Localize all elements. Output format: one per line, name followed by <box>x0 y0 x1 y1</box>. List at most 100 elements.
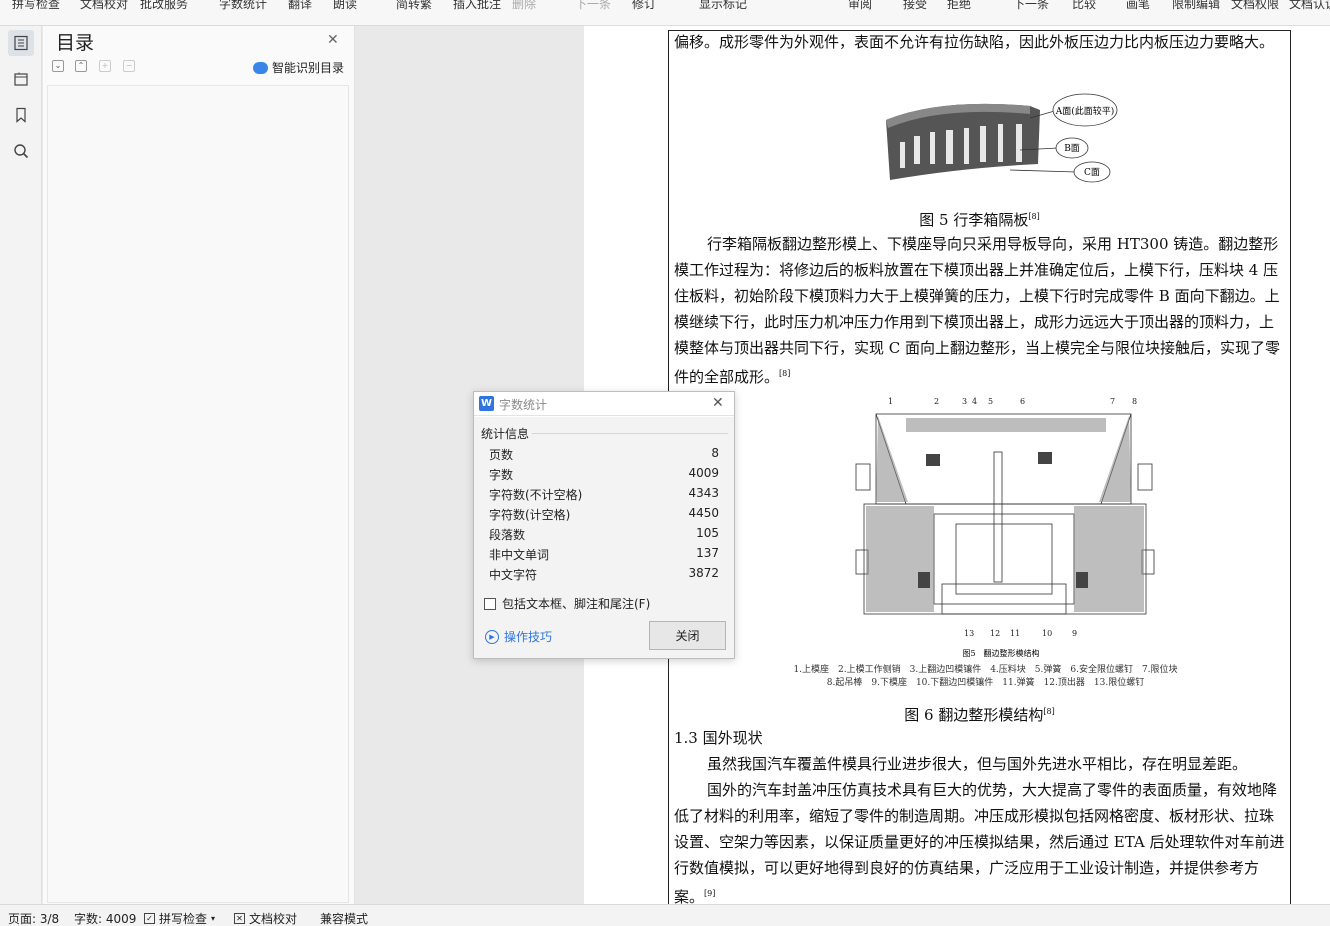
stat-row: 字符数(不计空格) 4343 <box>489 485 719 505</box>
doc-proof-button[interactable]: 文档校对 <box>80 0 128 12</box>
toc-list[interactable] <box>47 85 349 903</box>
stat-value: 4450 <box>688 506 719 520</box>
track-changes-button[interactable]: 修订 <box>632 0 656 12</box>
fig6-num-7: 7 <box>1110 397 1115 406</box>
close-icon[interactable]: ✕ <box>712 395 724 411</box>
stat-label: 中文字符 <box>489 568 538 582</box>
doc-permission-button[interactable]: 文档权限 <box>1231 0 1279 12</box>
compat-mode-label: 兼容模式 <box>320 912 369 926</box>
ribbon-toolbar: 拼写检查 文档校对 批改服务 字数统计 翻译 朗读 简转繁 插入批注 删除 下一… <box>0 0 1330 26</box>
stat-row: 字数 4009 <box>489 465 719 485</box>
paragraph-gap: 虽然我国汽车覆盖件模具行业进步很大，但与国外先进水平相比，存在明显差距。 <box>707 755 1248 773</box>
add-level-icon[interactable]: + <box>99 60 111 72</box>
word-count-button[interactable]: 字数统计 <box>219 0 267 12</box>
search-icon[interactable] <box>8 138 34 164</box>
insert-comment-button[interactable]: 插入批注 <box>453 0 501 12</box>
figure-6-ref: [8] <box>1043 707 1055 716</box>
fig6-num-5: 5 <box>988 397 993 406</box>
stat-row: 字符数(计空格) 4450 <box>489 505 719 525</box>
fig6-num-6: 6 <box>1020 397 1025 406</box>
fig6-inner-title: 图5 翻边整形模结构 <box>962 648 1039 658</box>
include-textbox-checkbox[interactable]: 包括文本框、脚注和尾注(F) <box>484 595 650 612</box>
left-icon-bar <box>0 26 42 904</box>
stat-row: 页数 8 <box>489 445 719 465</box>
toc-panel-icon[interactable] <box>8 30 34 56</box>
translate-button[interactable]: 翻译 <box>288 0 312 12</box>
paragraph-mold-process-text: 行李箱隔板翻边整形模上、下模座导向只采用导板导向，采用 HT300 铸造。翻边整… <box>674 235 1281 386</box>
dialog-title: 字数统计 <box>499 398 548 412</box>
expand-down-icon[interactable]: ⌄ <box>52 60 64 72</box>
reject-button[interactable]: 拒绝 <box>947 0 971 12</box>
smart-toc-button[interactable]: 智能识别目录 <box>253 59 344 76</box>
fig6-legend-line-1: 1.上模座 2.上模工作侧销 3.上翻边凹模镶件 4.压料块 5.弹簧 6.安全… <box>793 665 1178 675</box>
word-count-dialog: W 字数统计 ✕ 统计信息 页数 8 字数 4009 字符数(不计空格) 4343 字… <box>473 391 735 659</box>
stat-label: 非中文单词 <box>489 548 550 562</box>
figure-5-caption-text: 图 5 行李箱隔板 <box>919 211 1029 229</box>
chevron-down-icon: ▾ <box>211 914 216 923</box>
tips-link[interactable]: ▶ 操作技巧 <box>485 628 552 645</box>
paragraph-foreign: 国外的汽车封盖冲压仿真技术具有巨大的优势，大大提高了零件的表面质量，有效地降低了… <box>674 777 1285 904</box>
remove-level-icon[interactable]: − <box>123 60 135 72</box>
stat-label: 段落数 <box>489 528 526 542</box>
close-button[interactable]: 关闭 <box>649 621 726 650</box>
fig6-num-10: 10 <box>1042 629 1052 638</box>
accept-button[interactable]: 接受 <box>903 0 927 12</box>
figure-6-caption-text: 图 6 翻边整形模结构 <box>904 706 1044 724</box>
paragraph-mold-process: 行李箱隔板翻边整形模上、下模座导向只采用导板导向，采用 HT300 铸造。翻边整… <box>674 231 1285 390</box>
stat-label: 字数 <box>489 468 514 482</box>
spell-check-button[interactable]: 拼写检查 <box>12 0 60 12</box>
stat-value: 4343 <box>688 486 719 500</box>
doc-certify-button[interactable]: 文档认证 <box>1289 0 1330 12</box>
dialog-titlebar[interactable]: W 字数统计 ✕ <box>474 392 734 416</box>
pen-button[interactable]: 画笔 <box>1126 0 1150 12</box>
figure-5-ref: [8] <box>1028 212 1040 221</box>
paragraph-foreign-ref: [9] <box>704 889 716 898</box>
stat-section-title: 统计信息 <box>481 427 530 441</box>
page-indicator[interactable]: 页面: 3/8 <box>8 910 59 926</box>
close-icon[interactable]: ✕ <box>327 32 339 48</box>
fig6-num-1: 1 <box>888 397 893 406</box>
figure-6-caption: 图 6 翻边整形模结构[8] <box>674 701 1285 726</box>
restrict-editing-button[interactable]: 限制编辑 <box>1172 0 1220 12</box>
doc-proof-label: 文档校对 <box>249 912 298 926</box>
doc-proof-status[interactable]: ✕ 文档校对 <box>234 910 297 926</box>
stat-value: 137 <box>696 546 719 560</box>
review-pane-button[interactable]: 审阅 <box>848 0 872 12</box>
fig6-num-11: 11 <box>1010 629 1020 638</box>
collapse-up-icon[interactable]: ⌃ <box>75 60 87 72</box>
show-markup-button[interactable]: 显示标记 <box>699 0 747 12</box>
read-aloud-button[interactable]: 朗读 <box>333 0 357 12</box>
spell-check-status[interactable]: ✓ 拼写检查 ▾ <box>144 910 215 926</box>
fig6-num-2: 2 <box>934 397 939 406</box>
stat-row: 非中文单词 137 <box>489 545 719 565</box>
next-change-button[interactable]: 下一条 <box>1013 0 1049 12</box>
stat-label: 字符数(不计空格) <box>489 488 583 502</box>
play-icon: ▶ <box>485 629 499 644</box>
proof-icon: ✕ <box>234 913 245 924</box>
wps-logo-icon: W <box>479 396 494 411</box>
stat-row: 段落数 105 <box>489 525 719 545</box>
check-icon: ✓ <box>144 913 155 924</box>
toc-title: 目录 <box>56 32 95 54</box>
next-comment-button[interactable]: 下一条 <box>575 0 611 12</box>
fig6-num-8: 8 <box>1132 397 1137 406</box>
delete-comment-button[interactable]: 删除 <box>512 0 536 12</box>
dialog-body: 统计信息 页数 8 字数 4009 字符数(不计空格) 4343 字符数(计空格) 44… <box>474 417 734 658</box>
smart-toc-label: 智能识别目录 <box>272 61 345 75</box>
convert-traditional-button[interactable]: 简转繁 <box>396 0 432 12</box>
figure-6-image: 1 2 3 4 5 6 7 8 13 12 11 10 9 图5 翻边整形模结构 <box>855 397 1155 658</box>
checkbox-box[interactable] <box>484 597 496 610</box>
checkbox-label: 包括文本框、脚注和尾注(F) <box>502 597 651 611</box>
fig6-num-4: 4 <box>972 397 977 406</box>
stat-row: 中文字符 3872 <box>489 565 719 585</box>
status-bar: 页面: 3/8 字数: 4009 ✓ 拼写检查 ▾ ✕ 文档校对 兼容模式 <box>0 904 1330 926</box>
section-divider <box>532 433 728 434</box>
word-count-indicator[interactable]: 字数: 4009 <box>74 910 136 926</box>
bookmark-icon[interactable] <box>8 102 34 128</box>
compare-button[interactable]: 比较 <box>1072 0 1096 12</box>
stat-label: 页数 <box>489 448 514 462</box>
navigation-icon[interactable] <box>8 66 34 92</box>
figure-5-image: A面(此面较平) B面 C面 <box>886 93 1118 183</box>
ai-icon <box>253 61 268 74</box>
review-service-button[interactable]: 批改服务 <box>140 0 188 12</box>
